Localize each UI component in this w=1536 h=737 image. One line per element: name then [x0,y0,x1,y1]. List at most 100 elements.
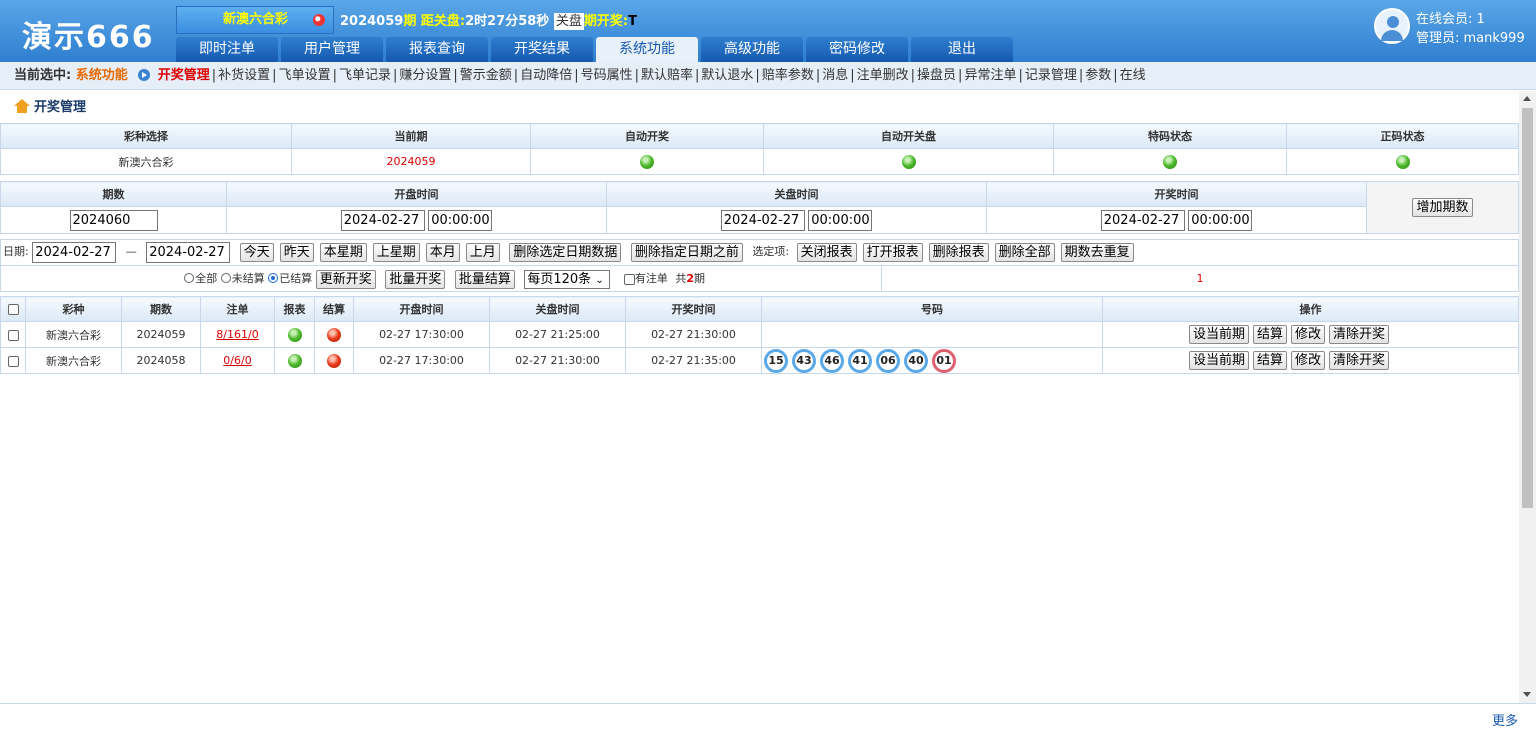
subnav-item[interactable]: 赔率参数 [762,68,814,83]
page-number[interactable]: 1 [882,266,1518,291]
report-action-button[interactable]: 关闭报表 [796,242,857,262]
close-date-input[interactable]: 2024-02-27 [720,209,805,231]
scroll-up-icon[interactable] [1523,96,1531,101]
radio-all[interactable] [184,273,195,283]
row-bets-link[interactable]: 0/6/0 [223,354,251,367]
delete-before-button[interactable]: 删除指定日期之前 [630,242,743,262]
subnav-item[interactable]: 默认赔率 [641,68,693,83]
quick-date-button[interactable]: 昨天 [279,242,314,262]
open-date-input[interactable]: 2024-02-27 [340,209,425,231]
row-checkbox[interactable] [7,355,19,367]
update-draw-button[interactable]: 更新开奖 [315,269,376,289]
tab-0[interactable]: 即时注单 [176,37,278,62]
auto-open-close-status-icon[interactable] [901,154,916,169]
tab-6[interactable]: 密码修改 [806,37,908,62]
date-from-input[interactable]: 2024-02-27 [32,241,117,263]
subnav-item[interactable]: 异常注单 [964,68,1016,83]
row-action-button[interactable]: 结算 [1253,325,1288,344]
tab-1[interactable]: 用户管理 [281,37,383,62]
report-action-button[interactable]: 删除全部 [994,242,1055,262]
row-action-button[interactable]: 设当前期 [1189,325,1250,344]
subnav-item[interactable]: 参数 [1085,68,1111,83]
tab-5[interactable]: 高级功能 [701,37,803,62]
row-action-button[interactable]: 修改 [1291,325,1326,344]
quick-date-button[interactable]: 今天 [239,242,274,262]
auto-draw-status-icon[interactable] [640,154,654,169]
period-input[interactable]: 2024060 [69,209,158,231]
per-page-select[interactable]: 每页120条 ⌄ [524,269,611,289]
more-link[interactable]: 更多 [1492,710,1518,729]
subnav-separator: | [634,68,639,83]
subnav-item[interactable]: 消息 [822,68,848,83]
subnav-separator: | [1113,68,1118,83]
row-action-button[interactable]: 清除开奖 [1329,325,1390,344]
subnav-item[interactable]: 号码属性 [581,68,633,83]
date-to-input[interactable]: 2024-02-27 [146,241,231,263]
row-action-button[interactable]: 清除开奖 [1329,351,1390,370]
settle-status-icon[interactable] [327,327,341,342]
lottery-selector[interactable]: 新澳六合彩 [176,6,334,34]
report-status-icon[interactable] [287,353,302,368]
subnav-item[interactable]: 注单删改 [857,68,909,83]
row-action-button[interactable]: 修改 [1291,351,1326,370]
settle-status-icon[interactable] [327,353,341,368]
report-action-button[interactable]: 删除报表 [928,242,989,262]
open-time-input[interactable]: 00:00:00 [428,209,493,231]
scroll-down-icon[interactable] [1523,692,1531,697]
radio-settled[interactable] [268,273,279,283]
row-close-time: 02-27 21:25:00 [489,321,626,348]
batch-draw-button[interactable]: 批量开奖 [385,269,446,289]
quick-date-button[interactable]: 上星期 [372,242,420,262]
tab-2[interactable]: 报表查询 [386,37,488,62]
report-action-button[interactable]: 期数去重复 [1060,242,1134,262]
subnav-item[interactable]: 警示金额 [460,68,512,83]
row-actions: 设当前期 结算 修改 清除开奖 [1102,347,1519,374]
tab-4[interactable]: 系统功能 [596,37,698,62]
scrollbar-thumb[interactable] [1522,108,1533,508]
row-checkbox[interactable] [7,329,19,341]
batch-settle-button[interactable]: 批量结算 [454,269,515,289]
quick-date-button[interactable]: 本星期 [319,242,367,262]
subnav-separator: | [755,68,760,83]
close-time-input[interactable]: 00:00:00 [808,209,873,231]
subnav-item[interactable]: 飞单设置 [279,68,331,83]
row-bets-link[interactable]: 8/161/0 [216,328,258,341]
lottery-cell: 新澳六合彩 [0,148,292,175]
row-period: 2024058 [121,347,201,374]
has-bet-checkbox[interactable] [623,273,635,285]
quick-date-button[interactable]: 本月 [425,242,460,262]
online-count: 在线会员: 1 [1416,12,1485,27]
tab-7[interactable]: 退出 [911,37,1013,62]
row-action-button[interactable]: 结算 [1253,351,1288,370]
subnav-item[interactable]: 自动降倍 [520,68,572,83]
add-period-button[interactable]: 增加期数 [1412,198,1473,217]
draw-time-input[interactable]: 00:00:00 [1188,209,1253,231]
delete-range-button[interactable]: 删除选定日期数据 [509,242,622,262]
subnav-item[interactable]: 记录管理 [1025,68,1077,83]
subnav-item[interactable]: 默认退水 [701,68,753,83]
period-header: 期数 [0,181,227,207]
subnav-item[interactable]: 飞单记录 [339,68,391,83]
subnav-item[interactable]: 补货设置 [218,68,270,83]
subnav-item-active[interactable]: 开奖管理 [158,68,210,83]
subnav-item[interactable]: 在线 [1120,68,1146,83]
scrollbar[interactable] [1519,91,1536,703]
refresh-icon[interactable] [313,14,325,26]
radio-unsettled[interactable] [220,273,231,283]
report-status-icon[interactable] [287,327,302,342]
results-header: 注单 [200,296,275,322]
tab-3[interactable]: 开奖结果 [491,37,593,62]
report-action-button[interactable]: 打开报表 [862,242,923,262]
subnav-separator: | [958,68,963,83]
subnav-item[interactable]: 操盘员 [917,68,956,83]
select-all-checkbox[interactable] [7,304,19,315]
results-header: 彩种 [25,296,122,322]
number-ball: 40 [904,348,928,373]
row-action-button[interactable]: 设当前期 [1189,351,1250,370]
special-number-status-icon[interactable] [1163,154,1177,169]
draw-date-input[interactable]: 2024-02-27 [1100,209,1185,231]
subnav-item[interactable]: 赚分设置 [399,68,451,83]
subnav-separator: | [910,68,916,83]
regular-number-status-icon[interactable] [1395,154,1410,169]
quick-date-button[interactable]: 上月 [465,242,500,262]
